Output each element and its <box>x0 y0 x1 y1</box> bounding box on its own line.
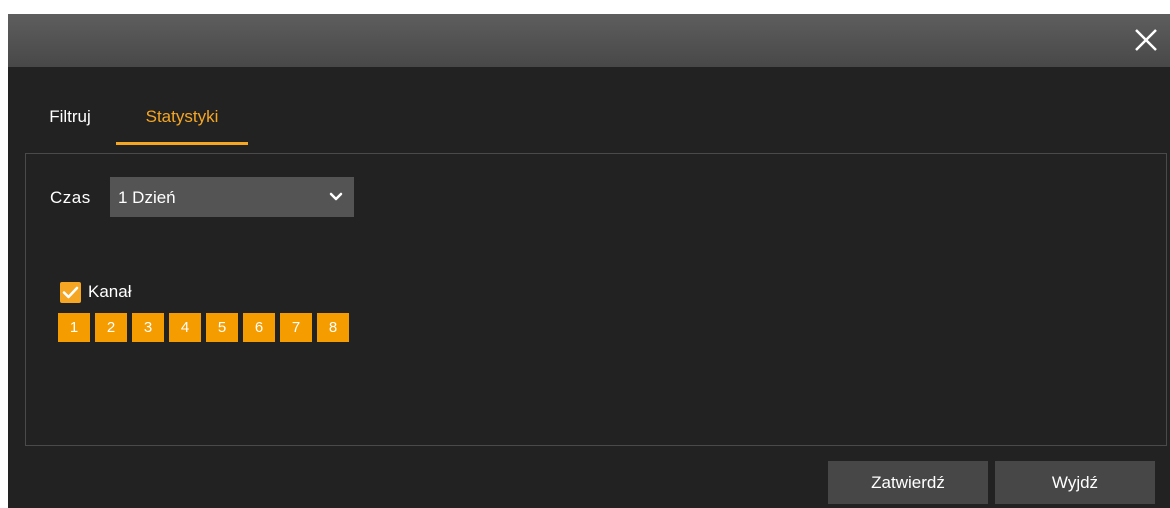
channel-button-8[interactable]: 8 <box>317 313 349 342</box>
channel-button-7[interactable]: 7 <box>280 313 312 342</box>
time-select[interactable]: 1 Dzień <box>110 177 354 217</box>
channel-button-2[interactable]: 2 <box>95 313 127 342</box>
channel-button-1[interactable]: 1 <box>58 313 90 342</box>
time-select-value: 1 Dzień <box>118 188 176 207</box>
close-icon[interactable] <box>1128 22 1164 58</box>
title-bar <box>8 14 1170 67</box>
channel-button-4[interactable]: 4 <box>169 313 201 342</box>
dialog: Filtruj Statystyki Czas 1 Dzień Kanał 1 … <box>8 14 1170 508</box>
chevron-down-icon <box>329 192 343 201</box>
channel-button-5[interactable]: 5 <box>206 313 238 342</box>
channel-checkbox[interactable] <box>60 282 81 303</box>
tab-statistics[interactable]: Statystyki <box>116 99 248 145</box>
checkmark-icon <box>62 286 79 299</box>
tab-filter[interactable]: Filtruj <box>32 99 108 145</box>
time-label: Czas <box>50 188 91 207</box>
tab-bar: Filtruj Statystyki <box>8 99 408 147</box>
channel-button-6[interactable]: 6 <box>243 313 275 342</box>
channel-button-3[interactable]: 3 <box>132 313 164 342</box>
channel-label: Kanał <box>88 282 132 301</box>
confirm-button[interactable]: Zatwierdź <box>828 461 988 504</box>
exit-button[interactable]: Wyjdź <box>995 461 1155 504</box>
